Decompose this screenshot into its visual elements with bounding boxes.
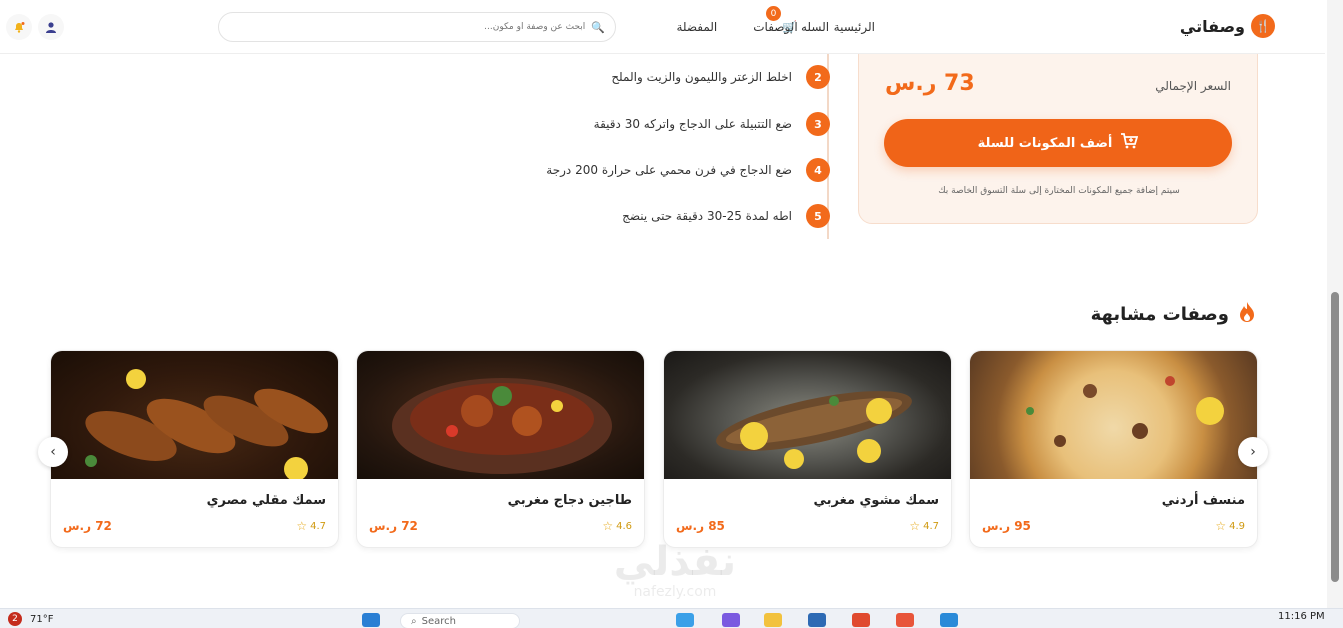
copilot-icon[interactable] <box>722 613 740 627</box>
cart-icon: 🛒 <box>782 20 797 34</box>
recipe-card[interactable]: منسف أردني ☆ 4.9 95 ر.س <box>969 350 1258 548</box>
recipe-card[interactable]: سمك مشوي مغربي ☆ 4.7 85 ر.س <box>663 350 952 548</box>
star-icon: ☆ <box>1215 519 1227 533</box>
step-text: ضع التتبيلة على الدجاج واتركه 30 دقيقة <box>593 117 792 131</box>
weather-alert-badge: 2 <box>8 612 22 626</box>
temperature: 71°F <box>30 613 54 625</box>
recipe-price: 72 ر.س <box>63 519 112 533</box>
step-number: 3 <box>806 112 830 136</box>
recipe-card[interactable]: سمك مقلي مصري ☆ 4.7 72 ر.س <box>50 350 339 548</box>
step-item: 3 ضع التتبيلة على الدجاج واتركه 30 دقيقة <box>530 112 830 136</box>
top-navbar: 🍴 وصفاتي الرئيسية الوصفات المفضلة 0 🛒 ال… <box>0 0 1325 54</box>
watermark: نفذلي nafezly.com <box>590 540 760 600</box>
recipe-image-fried-fish[interactable] <box>51 351 338 479</box>
chevron-right-icon: › <box>1250 444 1256 460</box>
recipe-rating: ☆ 4.7 <box>296 519 326 533</box>
carousel-next-button[interactable]: › <box>1238 437 1268 467</box>
recipe-card[interactable]: طاجين دجاج مغربي ☆ 4.6 72 ر.س <box>356 350 645 548</box>
recipe-price: 72 ر.س <box>369 519 418 533</box>
star-icon: ☆ <box>909 519 921 533</box>
edge-icon[interactable] <box>676 613 694 627</box>
similar-recipes-title: وصفات مشابهة <box>1090 304 1229 325</box>
flame-icon <box>1239 302 1255 327</box>
user-icon[interactable] <box>38 14 64 40</box>
recipe-image-grilled-fish[interactable] <box>664 351 951 479</box>
nav-home[interactable]: الرئيسية <box>834 20 875 34</box>
similar-recipes-heading: وصفات مشابهة <box>1091 302 1255 327</box>
recipe-rating: ☆ 4.6 <box>602 519 632 533</box>
add-ingredients-to-cart-button[interactable]: أضف المكونات للسلة <box>884 119 1232 167</box>
cart-label: السله <box>800 20 830 34</box>
chevron-left-icon: ‹ <box>50 444 56 460</box>
step-text: اطه لمدة 25-30 دقيقة حتى ينضج <box>622 209 792 223</box>
app-icon[interactable] <box>896 613 914 627</box>
add-ingredients-label: أضف المكونات للسلة <box>977 135 1113 151</box>
taskbar-clock: 11:16 PM <box>1278 611 1325 622</box>
os-taskbar: 2 71°F ⌕ Search 11:16 PM <box>0 608 1343 628</box>
cart-link[interactable]: 0 🛒 السله <box>766 6 830 34</box>
recipe-name: طاجين دجاج مغربي <box>507 493 632 508</box>
search-input[interactable] <box>245 22 586 32</box>
logo-icon: 🍴 <box>1251 14 1275 38</box>
recipe-name: منسف أردني <box>1161 493 1245 508</box>
search-bar: 🔍 <box>218 12 616 42</box>
nav-favorites[interactable]: المفضلة <box>676 20 717 34</box>
recipe-name: سمك مقلي مصري <box>206 493 326 508</box>
watermark-url: nafezly.com <box>633 584 717 600</box>
price-panel: السعر الإجمالي 73 ر.س أضف المكونات للسلة… <box>858 40 1258 224</box>
vscode-icon[interactable] <box>940 613 958 627</box>
step-number: 4 <box>806 158 830 182</box>
search-icon: ⌕ <box>411 615 417 627</box>
step-text: اخلط الزعتر والليمون والزيت والملح <box>611 70 792 84</box>
cart-plus-icon <box>1120 133 1139 153</box>
cart-note: سيتم إضافة جميع المكونات المختارة إلى سل… <box>938 186 1180 196</box>
watermark-arabic: نفذلي <box>613 539 737 585</box>
star-icon: ☆ <box>296 519 308 533</box>
step-item: 4 ضع الدجاج في فرن محمي على حرارة 200 در… <box>530 158 830 182</box>
step-number: 2 <box>806 65 830 89</box>
similar-recipes-carousel: منسف أردني ☆ 4.9 95 ر.س سمك مشوي مغربي ☆… <box>50 350 1258 548</box>
total-price-label: السعر الإجمالي <box>1155 79 1231 93</box>
step-number: 5 <box>806 204 830 228</box>
site-logo[interactable]: 🍴 وصفاتي <box>1180 14 1275 38</box>
logo-text: وصفاتي <box>1179 16 1245 36</box>
recipe-name: سمك مشوي مغربي <box>813 493 939 508</box>
page-scrollbar[interactable] <box>1327 0 1343 608</box>
notification-bell-icon[interactable] <box>6 14 32 40</box>
recipe-rating: ☆ 4.7 <box>909 519 939 533</box>
recipe-image-mansaf[interactable] <box>970 351 1257 479</box>
cart-count-badge: 0 <box>766 6 781 21</box>
windows-start-icon[interactable] <box>362 613 380 627</box>
star-icon: ☆ <box>602 519 614 533</box>
step-item: 5 اطه لمدة 25-30 دقيقة حتى ينضج <box>530 204 830 228</box>
taskbar-search-label: Search <box>421 615 456 627</box>
main-nav: الرئيسية الوصفات المفضلة <box>676 20 875 34</box>
recipe-price: 95 ر.س <box>982 519 1031 533</box>
step-item: 2 اخلط الزعتر والليمون والزيت والملح <box>530 65 830 89</box>
recipe-price: 85 ر.س <box>676 519 725 533</box>
weather-widget[interactable]: 2 71°F <box>8 612 53 626</box>
carousel-prev-button[interactable]: ‹ <box>38 437 68 467</box>
step-text: ضع الدجاج في فرن محمي على حرارة 200 درجة <box>546 163 792 177</box>
chrome-icon[interactable] <box>852 613 870 627</box>
total-price-value: 73 ر.س <box>885 71 975 96</box>
taskbar-search[interactable]: ⌕ Search <box>400 613 520 628</box>
store-icon[interactable] <box>808 613 826 627</box>
recipe-rating: ☆ 4.9 <box>1215 519 1245 533</box>
search-icon[interactable]: 🔍 <box>591 21 605 34</box>
recipe-image-chicken-tagine[interactable] <box>357 351 644 479</box>
file-explorer-icon[interactable] <box>764 613 782 627</box>
scrollbar-thumb[interactable] <box>1331 292 1339 582</box>
page: 🍴 وصفاتي الرئيسية الوصفات المفضلة 0 🛒 ال… <box>0 0 1343 628</box>
